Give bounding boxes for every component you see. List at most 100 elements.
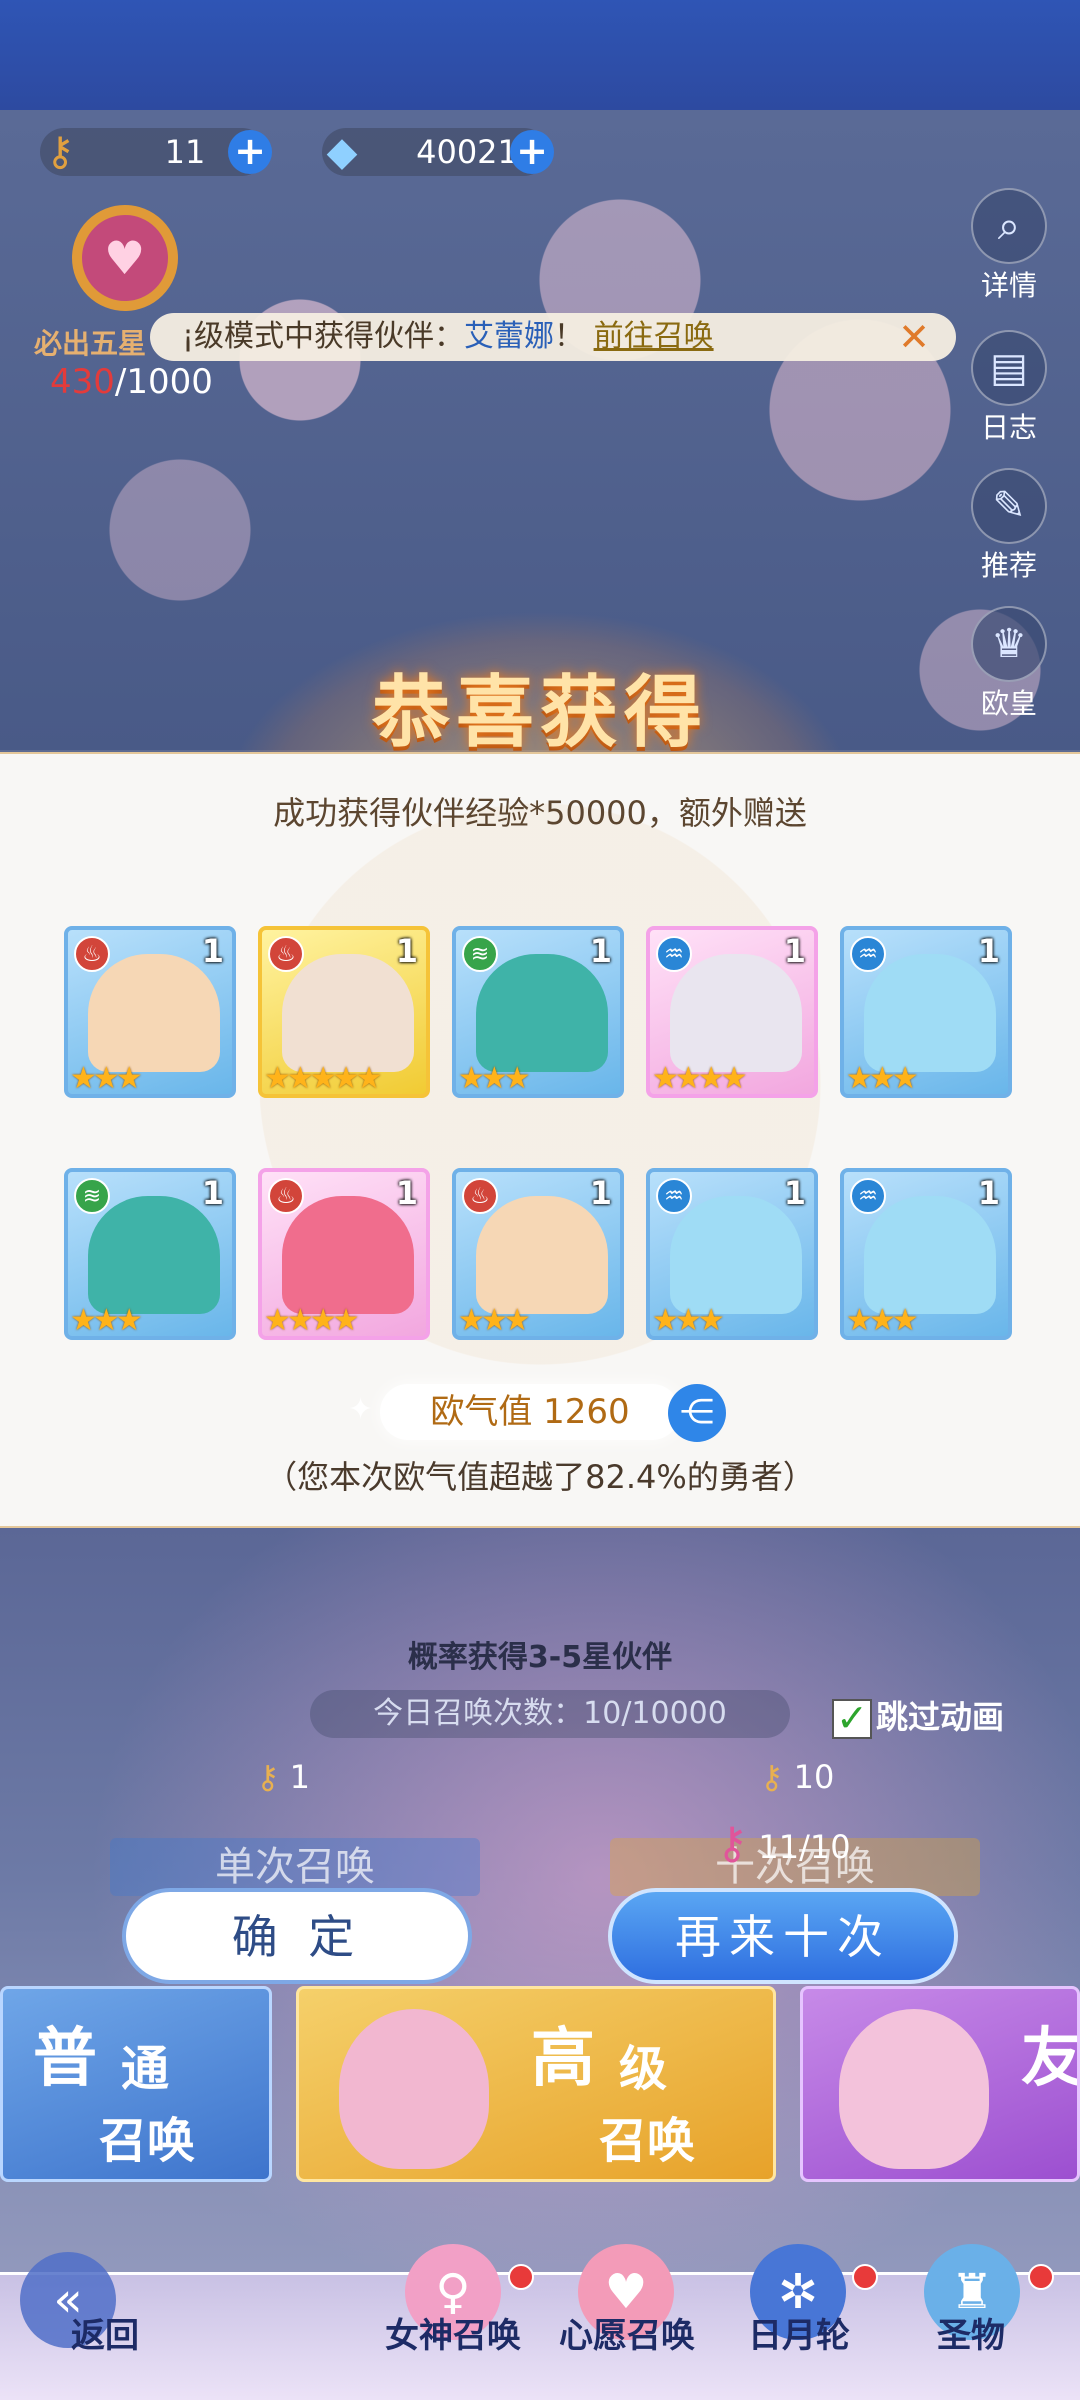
luck-value-pill: 欧气值 1260 [380, 1384, 680, 1440]
luck-note: （您本次欧气值超越了82.4%的勇者） [265, 1458, 815, 1496]
side-label-log: 日志 [980, 411, 1037, 444]
summon-key-icon: ⚷ [256, 1758, 280, 1796]
pool-character-art [839, 2009, 989, 2169]
water-element-icon: ♒ [656, 1178, 692, 1214]
fire-element-icon: ♨ [74, 936, 110, 972]
nav-relics[interactable]: 圣物 [896, 2308, 1046, 2357]
partner-portrait [864, 954, 996, 1072]
nav-wish-summon[interactable]: 心愿召唤 [552, 2308, 702, 2357]
congrats-title: 恭喜获得 [371, 667, 708, 758]
probability-text: 概率获得3-5星伙伴 [407, 1640, 673, 1675]
card-count: 1 [589, 932, 612, 970]
currency-counter: ◆ 40021 + [322, 128, 554, 176]
nav-sun-moon-wheel[interactable]: 日月轮 [724, 2308, 874, 2357]
add-ticket-button[interactable]: + [228, 130, 272, 174]
partner-card[interactable]: ♨ 1 ★★★★ [258, 1168, 430, 1340]
partner-portrait [864, 1196, 996, 1314]
go-summon-link[interactable]: 前往召唤 [594, 319, 714, 354]
reward-subtitle: 成功获得伙伴经验*50000，额外赠送 [273, 794, 807, 832]
star-rating: ★★★★ [264, 1303, 360, 1338]
side-label-recommend: 推荐 [980, 549, 1037, 582]
pool-advanced-char2: 级 [619, 2041, 668, 2097]
skip-animation-label: 跳过动画 [876, 1698, 1005, 1736]
pool-advanced-char3: 召唤 [599, 2113, 696, 2169]
star-rating: ★★★ [458, 1303, 531, 1338]
luck-value: 1260 [543, 1392, 630, 1432]
star-rating: ★★★ [458, 1061, 531, 1096]
normal-summon-pool[interactable]: 普 通 召唤 [0, 1986, 272, 2182]
card-count: 1 [395, 1174, 418, 1212]
nav-back[interactable]: 返回 [30, 2308, 180, 2357]
pity-label: 必出五星 [34, 327, 147, 360]
partner-card[interactable]: ≋ 1 ★★★ [452, 926, 624, 1098]
add-currency-button[interactable]: + [510, 130, 554, 174]
share-icon[interactable]: ⋲ [668, 1384, 726, 1442]
book-icon: ▤ [971, 330, 1047, 406]
star-rating: ★★★ [70, 1061, 143, 1096]
partner-card[interactable]: ♒ 1 ★★★★ [646, 926, 818, 1098]
heart-icon: ♥ [104, 231, 146, 285]
ticket-inventory: ⚷ 11/10 [716, 1818, 851, 1869]
partner-card[interactable]: ♨ 1 ★★★ [452, 1168, 624, 1340]
top-bar [0, 0, 1080, 110]
star-rating: ★★★ [652, 1303, 725, 1338]
side-button-details[interactable]: ⌕ 详情 [962, 188, 1056, 304]
partner-portrait [476, 954, 608, 1072]
advanced-summon-pool[interactable]: 高 级 召唤 [296, 1986, 776, 2182]
card-count: 1 [783, 1174, 806, 1212]
partner-card[interactable]: ♒ 1 ★★★ [840, 1168, 1012, 1340]
nav-goddess-summon[interactable]: 女神召唤 [378, 2308, 528, 2357]
side-button-log[interactable]: ▤ 日志 [962, 330, 1056, 446]
notification-dot [1028, 2264, 1054, 2290]
pool-third-char1: 友 [1021, 2021, 1080, 2096]
banner-exclaim: ！ [554, 319, 585, 354]
banner-text: ¡级模式中获得伙伴： [182, 319, 465, 354]
partner-portrait [282, 1196, 414, 1314]
fire-element-icon: ♨ [268, 1178, 304, 1214]
confirm-button[interactable]: 确 定 [122, 1888, 472, 1984]
star-rating: ★★★★ [652, 1061, 748, 1096]
partner-card[interactable]: ♒ 1 ★★★ [840, 926, 1012, 1098]
notification-dot [852, 2264, 878, 2290]
water-element-icon: ♒ [850, 1178, 886, 1214]
fire-element-icon: ♨ [462, 1178, 498, 1214]
partner-card[interactable]: ♒ 1 ★★★ [646, 1168, 818, 1340]
wind-element-icon: ≋ [462, 936, 498, 972]
summon-key-icon: ⚷ [45, 129, 75, 175]
magnifier-icon: ⌕ [971, 188, 1047, 264]
side-label-details: 详情 [980, 269, 1037, 302]
ten-cost-value: 10 [793, 1758, 835, 1796]
side-button-recommend[interactable]: ✎ 推荐 [962, 468, 1056, 584]
pity-count: 430/1000 [50, 362, 213, 402]
card-count: 1 [201, 932, 224, 970]
partner-card[interactable]: ≋ 1 ★★★ [64, 1168, 236, 1340]
card-count: 1 [395, 932, 418, 970]
water-element-icon: ♒ [850, 936, 886, 972]
pool-normal-char2: 通 [121, 2041, 170, 2097]
close-icon[interactable]: ✕ [898, 313, 930, 361]
partner-portrait [88, 1196, 220, 1314]
notice-banner: ¡级模式中获得伙伴：艾蕾娜！ 前往召唤 ✕ [150, 313, 956, 361]
card-count: 1 [201, 1174, 224, 1212]
single-cost-value: 1 [289, 1758, 310, 1796]
ten-cost: ⚷ 10 [760, 1758, 834, 1796]
partner-card[interactable]: ♨ 1 ★★★★★ [258, 926, 430, 1098]
star-rating: ★★★ [70, 1303, 143, 1338]
partner-portrait [670, 954, 802, 1072]
water-element-icon: ♒ [656, 936, 692, 972]
notification-dot [508, 2264, 534, 2290]
pity-progress-ring[interactable]: ♥ [72, 205, 178, 311]
pool-normal-char3: 召唤 [99, 2113, 196, 2169]
partner-portrait [670, 1196, 802, 1314]
sparkle-icon: ✦ [348, 1392, 374, 1427]
friend-summon-pool[interactable]: 友 [800, 1986, 1080, 2182]
star-rating: ★★★ [846, 1303, 919, 1338]
wind-element-icon: ≋ [74, 1178, 110, 1214]
luck-label: 欧气值 [430, 1392, 533, 1432]
card-count: 1 [977, 1174, 1000, 1212]
skip-animation-toggle[interactable]: ✓ 跳过动画 [832, 1692, 1004, 1739]
pool-advanced-char1: 高 [531, 2021, 595, 2096]
partner-card[interactable]: ♨ 1 ★★★ [64, 926, 236, 1098]
summon-ten-again-button[interactable]: 再来十次 [608, 1888, 958, 1984]
partner-portrait [476, 1196, 608, 1314]
